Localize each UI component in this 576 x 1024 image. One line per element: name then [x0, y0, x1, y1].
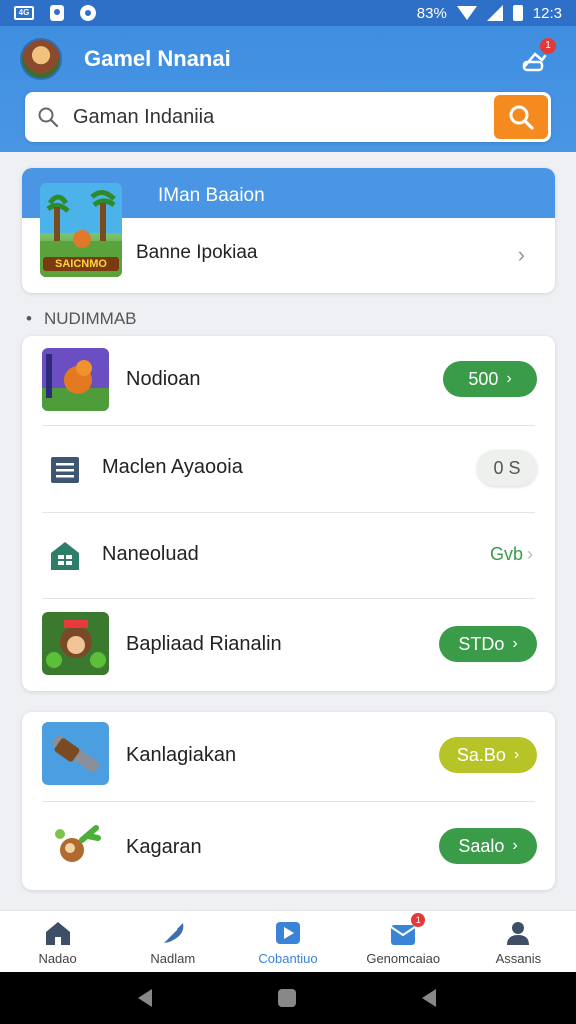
bullet-icon: • [26, 309, 32, 328]
notification-button[interactable]: 1 [520, 38, 556, 74]
featured-banner[interactable]: IMan Baaion SAICNMO Banne Ipokiaa › [22, 168, 555, 293]
game-list: Nodioan 500 › Maclen Ayaooia 0 S Naneolua… [22, 336, 555, 691]
item-label: Maclen Ayaooia [102, 456, 243, 478]
nav-label: Nadao [38, 951, 77, 966]
chevron-right-icon: › [512, 635, 518, 652]
nav-item-inbox[interactable]: 1 Genomcaiao [346, 911, 461, 972]
nav-label: Assanis [495, 951, 542, 966]
nav-item-home[interactable]: Nadao [0, 911, 115, 972]
item-label: Bapliaad Rianalin [126, 633, 282, 655]
banner-title: IMan Baaion [158, 185, 265, 206]
status-label: 0 S [493, 457, 521, 478]
back-icon[interactable] [138, 989, 152, 1007]
weapon-game-icon [42, 722, 109, 785]
game-thumbnail [42, 612, 109, 675]
game-thumbnail [42, 722, 109, 785]
play-icon [276, 922, 300, 944]
search-icon [38, 107, 59, 128]
search-input[interactable] [73, 92, 493, 142]
battery-icon [512, 5, 523, 21]
price-button[interactable]: 500 › [443, 361, 537, 397]
section-header: • NUDIMMAB [26, 309, 149, 329]
signal-icon [486, 5, 503, 21]
nav-item-play[interactable]: Cobantiuo [230, 911, 345, 972]
monkey-game-icon [42, 612, 109, 675]
creature-game-icon [55, 825, 101, 862]
status-button[interactable]: 0 S [477, 450, 537, 486]
list-item[interactable]: Kanlagiakan Sa.Bo › [22, 712, 555, 802]
game-list: Kanlagiakan Sa.Bo › Kagaran Saalo › [22, 712, 555, 890]
list-item[interactable]: Nodioan 500 › [22, 336, 555, 426]
chevron-right-icon: › [513, 746, 520, 763]
nav-label: Nadlam [150, 951, 196, 966]
game-thumbnail [42, 348, 109, 411]
item-label: Naneoluad [102, 543, 199, 565]
avatar[interactable] [20, 38, 62, 80]
value-label: Gvb [489, 544, 523, 564]
list-item[interactable]: Maclen Ayaooia 0 S [22, 426, 555, 513]
list-item[interactable]: Naneoluad Gvb › [22, 513, 555, 599]
system-navigation-bar [0, 972, 576, 1024]
price-label: Sa.Bo [456, 744, 506, 765]
search-button[interactable] [494, 95, 548, 139]
price-button[interactable]: STDo › [439, 626, 537, 662]
app-title: Gamel Nnanai [84, 46, 231, 71]
banner-subtitle: Banne Ipokiaa [136, 242, 258, 263]
section-title: NUDIMMAB [43, 309, 137, 328]
home-store-icon [51, 542, 79, 570]
item-label: Kanlagiakan [126, 744, 237, 766]
lock-icon [50, 5, 64, 21]
game-thumbnail: SAICNMO [40, 183, 122, 277]
nav-item-account[interactable]: Assanis [461, 911, 576, 972]
price-label: Saalo [458, 835, 505, 856]
feather-icon [162, 923, 184, 944]
price-button[interactable]: Saalo › [439, 828, 537, 864]
person-icon [507, 922, 530, 945]
bottom-navigation: Nadao Nadlam Cobantiuo 1 Genomcaiao Assa [0, 910, 576, 972]
list-item[interactable]: Kagaran Saalo › [22, 802, 555, 890]
nav-label: Genomcaiao [366, 951, 441, 966]
wifi-icon [456, 6, 477, 20]
nav-label: Cobantiuo [258, 951, 318, 966]
app-header: Gamel Nnanai 1 [0, 26, 576, 152]
battery-percent: 83% [416, 4, 447, 22]
chevron-right-icon: › [512, 837, 518, 854]
record-icon [80, 5, 96, 21]
sim-card-icon: 4G [14, 6, 34, 20]
list-item[interactable]: Bapliaad Rianalin STDo › [22, 599, 555, 691]
nav-item-feather[interactable]: Nadlam [115, 911, 230, 972]
value-link[interactable]: Gvb › [490, 544, 533, 565]
chevron-right-icon: › [506, 370, 512, 387]
game-logo: SAICNMO [43, 257, 119, 271]
status-bar: 4G 83% 12:3 [0, 0, 576, 26]
inbox-icon-wrapper: 1 [389, 913, 426, 947]
document-list-icon [51, 457, 79, 483]
item-label: Nodioan [126, 368, 201, 390]
home-icon [45, 922, 70, 945]
recent-apps-icon[interactable] [422, 989, 436, 1007]
search-icon [509, 105, 534, 130]
search-bar [25, 92, 551, 142]
chevron-right-icon: › [527, 544, 533, 564]
chevron-right-icon: › [517, 242, 525, 267]
fox-game-icon [42, 348, 109, 411]
price-label: STDo [458, 633, 505, 654]
notification-badge: 1 [411, 913, 426, 927]
item-label: Kagaran [126, 836, 202, 858]
notification-badge: 1 [540, 38, 556, 54]
price-label: 500 [468, 368, 499, 389]
price-button[interactable]: Sa.Bo › [439, 737, 537, 773]
clock: 12:3 [532, 4, 562, 22]
home-button-icon[interactable] [278, 989, 296, 1007]
